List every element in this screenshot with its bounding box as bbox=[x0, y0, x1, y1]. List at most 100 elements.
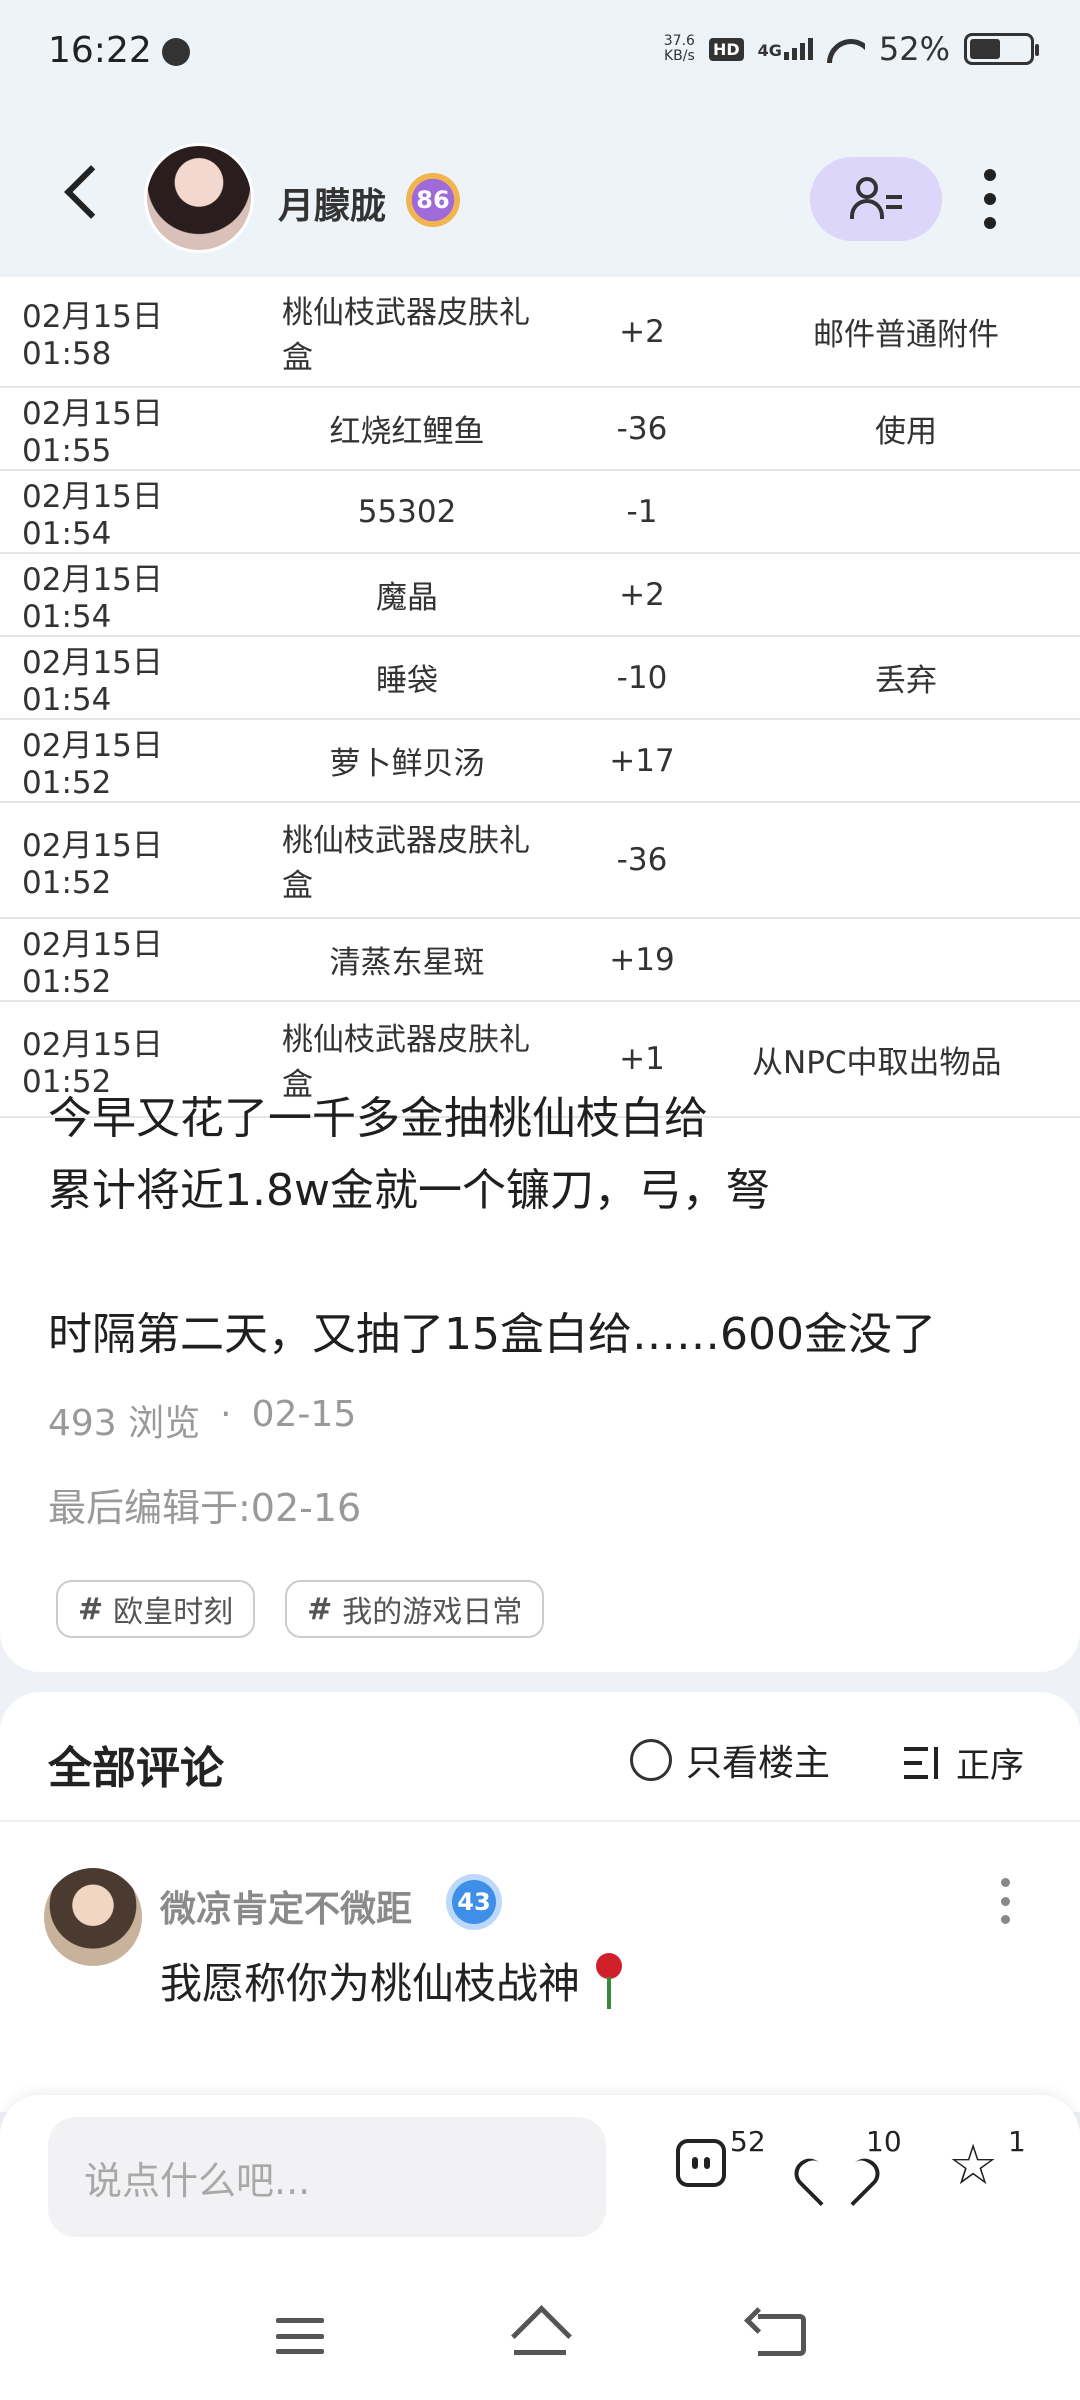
post-header: 月朦胧 86 bbox=[0, 105, 1080, 277]
comments-title: 全部评论 bbox=[48, 1743, 224, 1794]
log-time: 02月15日 01:52 bbox=[0, 719, 262, 803]
log-source: 邮件普通附件 bbox=[732, 277, 1080, 388]
battery-percent: 52% bbox=[878, 30, 950, 68]
log-row: 02月15日 01:54 55302 -1 bbox=[0, 470, 1080, 554]
follow-button[interactable] bbox=[810, 157, 942, 241]
post-date: 02-15 bbox=[251, 1394, 357, 1435]
log-row: 02月15日 01:52 桃仙枝武器皮肤礼盒 -36 bbox=[0, 802, 1080, 919]
log-item: 清蒸东星斑 bbox=[262, 918, 552, 1002]
log-item: 睡袋 bbox=[262, 636, 552, 720]
post-body: 今早又花了一千多金抽桃仙枝白给 累计将近1.8w金就一个镰刀，弓，弩 时隔第二天… bbox=[48, 1083, 1038, 1371]
meta-separator: · bbox=[220, 1394, 232, 1435]
log-amount: -36 bbox=[552, 802, 732, 919]
log-time: 02月15日 01:52 bbox=[0, 802, 262, 919]
log-time: 02月15日 01:55 bbox=[0, 387, 262, 471]
log-item: 桃仙枝武器皮肤礼盒 bbox=[262, 802, 552, 919]
post-blank-line bbox=[48, 1227, 1038, 1299]
log-amount: -10 bbox=[552, 636, 732, 720]
log-time: 02月15日 01:54 bbox=[0, 553, 262, 637]
item-log-table: 02月15日 01:58 桃仙枝武器皮肤礼盒 +2 邮件普通附件 02月15日 01:5… bbox=[0, 277, 1080, 1118]
status-time: 16:22 bbox=[48, 30, 152, 71]
log-amount: +17 bbox=[552, 719, 732, 803]
log-time: 02月15日 01:52 bbox=[0, 918, 262, 1002]
log-amount: +19 bbox=[552, 918, 732, 1002]
log-source: 使用 bbox=[732, 387, 1080, 471]
comment-icon bbox=[676, 2139, 726, 2187]
log-time: 02月15日 01:54 bbox=[0, 636, 262, 720]
battery-icon bbox=[964, 33, 1039, 65]
log-row: 02月15日 01:54 睡袋 -10 丢弃 bbox=[0, 636, 1080, 720]
log-amount: -1 bbox=[552, 470, 732, 554]
log-row: 02月15日 01:58 桃仙枝武器皮肤礼盒 +2 邮件普通附件 bbox=[0, 277, 1080, 388]
comment-button[interactable]: 52 bbox=[676, 2125, 766, 2187]
divider bbox=[0, 1820, 1080, 1822]
log-item: 桃仙枝武器皮肤礼盒 bbox=[262, 277, 552, 388]
log-source bbox=[732, 918, 1080, 1002]
sort-button[interactable]: 正序 bbox=[904, 1738, 1024, 1787]
log-source: 丢弃 bbox=[732, 636, 1080, 720]
more-vertical-icon[interactable] bbox=[980, 169, 1000, 229]
tag-chip[interactable]: # 我的游戏日常 bbox=[285, 1580, 545, 1638]
log-row: 02月15日 01:52 萝卜鲜贝汤 +17 bbox=[0, 719, 1080, 803]
rose-emoji-icon bbox=[592, 1952, 626, 2009]
home-icon[interactable] bbox=[512, 2308, 568, 2360]
log-row: 02月15日 01:52 清蒸东星斑 +19 bbox=[0, 918, 1080, 1002]
author-level-badge: 86 bbox=[406, 173, 460, 227]
log-amount: -36 bbox=[552, 387, 732, 471]
log-item: 55302 bbox=[262, 470, 552, 554]
log-item: 红烧红鲤鱼 bbox=[262, 387, 552, 471]
commenter-level-badge: 43 bbox=[446, 1874, 502, 1930]
only-op-toggle[interactable]: 只看楼主 bbox=[630, 1734, 830, 1786]
log-amount: +2 bbox=[552, 553, 732, 637]
back-arrow-icon[interactable] bbox=[60, 165, 108, 221]
post-line: 时隔第二天，又抽了15盒白给……600金没了 bbox=[48, 1309, 936, 1360]
status-indicators: 37.6 KB/s HD 4G 52% bbox=[663, 30, 1039, 68]
log-item: 萝卜鲜贝汤 bbox=[262, 719, 552, 803]
like-button[interactable]: 10 bbox=[808, 2125, 902, 2189]
log-item: 魔晶 bbox=[262, 553, 552, 637]
view-count: 493 浏览 bbox=[48, 1403, 201, 1444]
comment-more-icon[interactable] bbox=[998, 1878, 1012, 1924]
user-follow-icon bbox=[850, 177, 902, 221]
log-row: 02月15日 01:55 红烧红鲤鱼 -36 使用 bbox=[0, 387, 1080, 471]
comment-text: 我愿称你为桃仙枝战神 bbox=[160, 1950, 626, 2011]
globe-icon bbox=[162, 38, 190, 66]
favorite-button[interactable]: ☆ 1 bbox=[948, 2125, 1026, 2198]
commenter-avatar[interactable] bbox=[44, 1868, 142, 1966]
wifi-icon bbox=[827, 35, 865, 63]
commenter-name[interactable]: 微凉肯定不微距 bbox=[160, 1880, 412, 1932]
post-meta: 493 浏览 · 02-15 bbox=[48, 1394, 356, 1446]
system-nav-bar bbox=[0, 2280, 1080, 2400]
post-line: 累计将近1.8w金就一个镰刀，弓，弩 bbox=[48, 1165, 770, 1216]
favorite-count: 1 bbox=[1008, 2125, 1026, 2158]
log-row: 02月15日 01:54 魔晶 +2 bbox=[0, 553, 1080, 637]
post-line: 今早又花了一千多金抽桃仙枝白给 bbox=[48, 1093, 708, 1144]
log-amount: +2 bbox=[552, 277, 732, 388]
comments-section: 全部评论 只看楼主 正序 微凉肯定不微距 43 我愿称你为桃仙枝战神 bbox=[0, 1692, 1080, 2112]
log-time: 02月15日 01:54 bbox=[0, 470, 262, 554]
post-content: 02月15日 01:58 桃仙枝武器皮肤礼盒 +2 邮件普通附件 02月15日 01:5… bbox=[0, 277, 1080, 1672]
status-bar: 16:22 37.6 KB/s HD 4G 52% bbox=[0, 0, 1080, 105]
log-source bbox=[732, 802, 1080, 919]
tag-chip[interactable]: # 欧皇时刻 bbox=[56, 1580, 256, 1638]
last-edited: 最后编辑于:02-16 bbox=[48, 1486, 362, 1530]
log-source bbox=[732, 553, 1080, 637]
hash-icon: # bbox=[78, 1591, 104, 1627]
hash-icon: # bbox=[307, 1591, 333, 1627]
radio-icon bbox=[630, 1739, 672, 1781]
cellular-signal-icon: 4G bbox=[758, 38, 813, 60]
menu-icon[interactable] bbox=[276, 2318, 324, 2354]
comment-count: 52 bbox=[730, 2125, 766, 2158]
star-icon: ☆ bbox=[948, 2133, 999, 2198]
hd-icon: HD bbox=[708, 37, 744, 61]
author-avatar[interactable] bbox=[144, 143, 254, 253]
log-source bbox=[732, 470, 1080, 554]
back-icon[interactable] bbox=[758, 2314, 806, 2356]
log-time: 02月15日 01:58 bbox=[0, 277, 262, 388]
sort-icon bbox=[904, 1745, 942, 1781]
log-source bbox=[732, 719, 1080, 803]
post-tags: # 欧皇时刻 # 我的游戏日常 bbox=[56, 1580, 545, 1638]
comment-input[interactable]: 说点什么吧... bbox=[48, 2117, 606, 2237]
author-name[interactable]: 月朦胧 bbox=[278, 177, 386, 229]
network-speed: 37.6 KB/s bbox=[663, 33, 695, 64]
